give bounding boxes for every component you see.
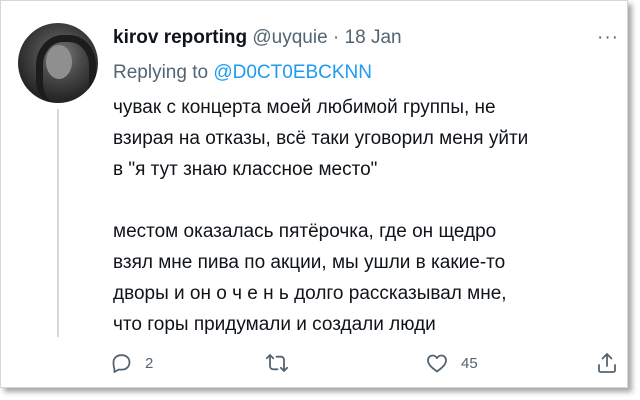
like-count: 45 bbox=[461, 354, 478, 372]
tweet-card: kirov reporting @uyquie · 18 Jan ··· Rep… bbox=[0, 0, 628, 388]
retweet-button[interactable] bbox=[265, 351, 301, 375]
replying-to-label: Replying to bbox=[113, 62, 209, 83]
retweet-arrows-icon bbox=[265, 354, 289, 372]
header-separator: · bbox=[332, 27, 340, 48]
thread-line bbox=[57, 109, 59, 337]
more-options-icon[interactable]: ··· bbox=[597, 27, 619, 49]
speech-bubble-icon bbox=[112, 354, 131, 373]
replying-to-handle[interactable]: @D0CT0EBCKNN bbox=[213, 62, 372, 83]
reply-count: 2 bbox=[145, 354, 154, 372]
tweet-text-line: чувак с концерта моей любимой группы, не bbox=[113, 97, 496, 118]
share-upload-icon bbox=[598, 353, 616, 373]
tweet-text: чувак с концерта моей любимой группы, не… bbox=[113, 92, 613, 340]
tweet-text-line: взял мне пива по акции, мы ушли в какие-… bbox=[113, 252, 506, 273]
tweet-text-line: взирая на отказы, всё таки уговорил меня… bbox=[113, 128, 529, 149]
tweet-text-line: что горы придумали и создали люди bbox=[113, 314, 436, 335]
replying-to: Replying to @D0CT0EBCKNN bbox=[113, 62, 372, 84]
like-button[interactable]: 45 bbox=[425, 351, 478, 375]
share-button[interactable] bbox=[595, 351, 619, 375]
tweet-date[interactable]: 18 Jan bbox=[345, 27, 402, 48]
avatar-face bbox=[46, 45, 72, 79]
action-bar: 2 45 bbox=[109, 351, 629, 379]
display-name[interactable]: kirov reporting bbox=[113, 27, 247, 48]
user-handle[interactable]: @uyquie bbox=[252, 27, 327, 48]
tweet-header: kirov reporting @uyquie · 18 Jan bbox=[113, 27, 402, 49]
tweet-text-line: дворы и он о ч е н ь долго рассказывал м… bbox=[113, 283, 507, 304]
tweet-text-line: в "я тут знаю классное место" bbox=[113, 159, 378, 180]
reply-button[interactable]: 2 bbox=[109, 351, 153, 375]
heart-icon bbox=[427, 354, 447, 373]
avatar[interactable] bbox=[18, 23, 98, 103]
tweet-text-line: местом оказалась пятёрочка, где он щедро bbox=[113, 221, 497, 242]
